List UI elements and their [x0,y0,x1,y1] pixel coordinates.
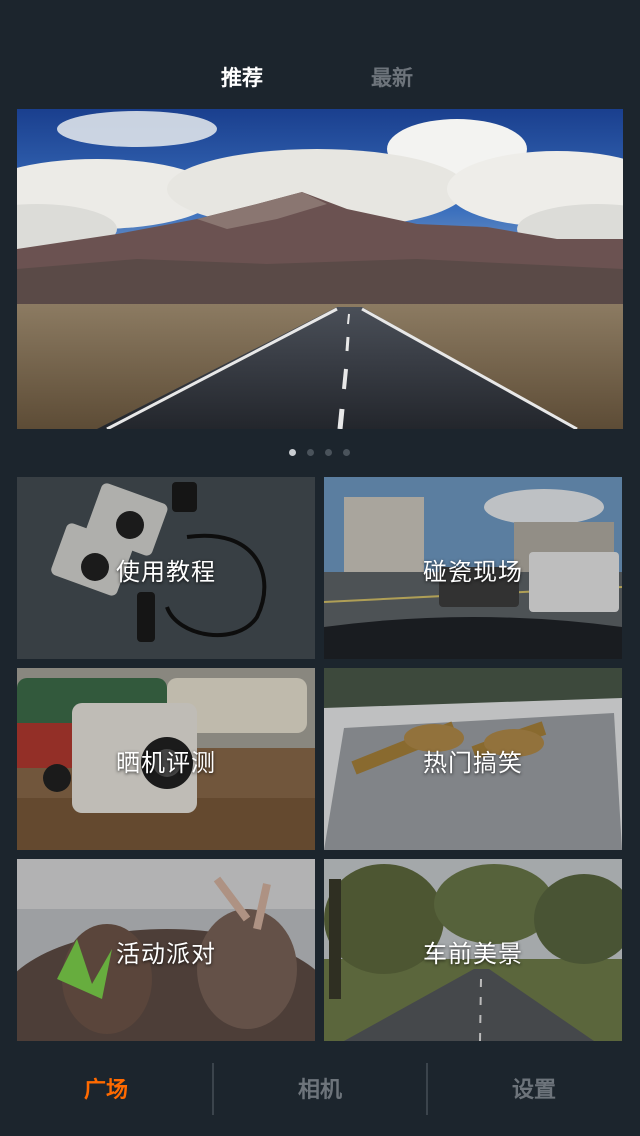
nav-camera[interactable]: 相机 [214,1072,426,1104]
tile-party[interactable]: 活动派对 [17,859,315,1041]
carousel-indicator [0,449,640,459]
bottom-navigation: 广场 相机 设置 [0,1050,640,1136]
top-tab-bar: 推荐 最新 [0,52,640,102]
carousel-dot-4 [343,449,350,456]
tile-review[interactable]: 晒机评测 [17,668,315,850]
tile-tutorial-label: 使用教程 [116,558,216,586]
tile-review-label: 晒机评测 [116,749,216,777]
carousel-dot-3 [325,449,332,456]
carousel-dot-2 [307,449,314,456]
tile-scenery[interactable]: 车前美景 [324,859,622,1041]
tile-funny-label: 热门搞笑 [423,749,523,777]
banner-image [17,109,623,429]
tab-latest[interactable]: 最新 [371,62,413,92]
tab-recommended[interactable]: 推荐 [221,62,263,92]
tile-collision-scene-label: 碰瓷现场 [423,558,523,586]
tile-collision-scene[interactable]: 碰瓷现场 [324,477,622,659]
carousel-dot-1 [289,449,296,456]
nav-settings[interactable]: 设置 [428,1072,640,1104]
banner-carousel[interactable] [17,109,623,429]
nav-plaza[interactable]: 广场 [0,1072,212,1104]
tile-scenery-label: 车前美景 [423,940,523,968]
tile-funny[interactable]: 热门搞笑 [324,668,622,850]
tile-tutorial[interactable]: 使用教程 [17,477,315,659]
tile-party-label: 活动派对 [116,940,216,968]
